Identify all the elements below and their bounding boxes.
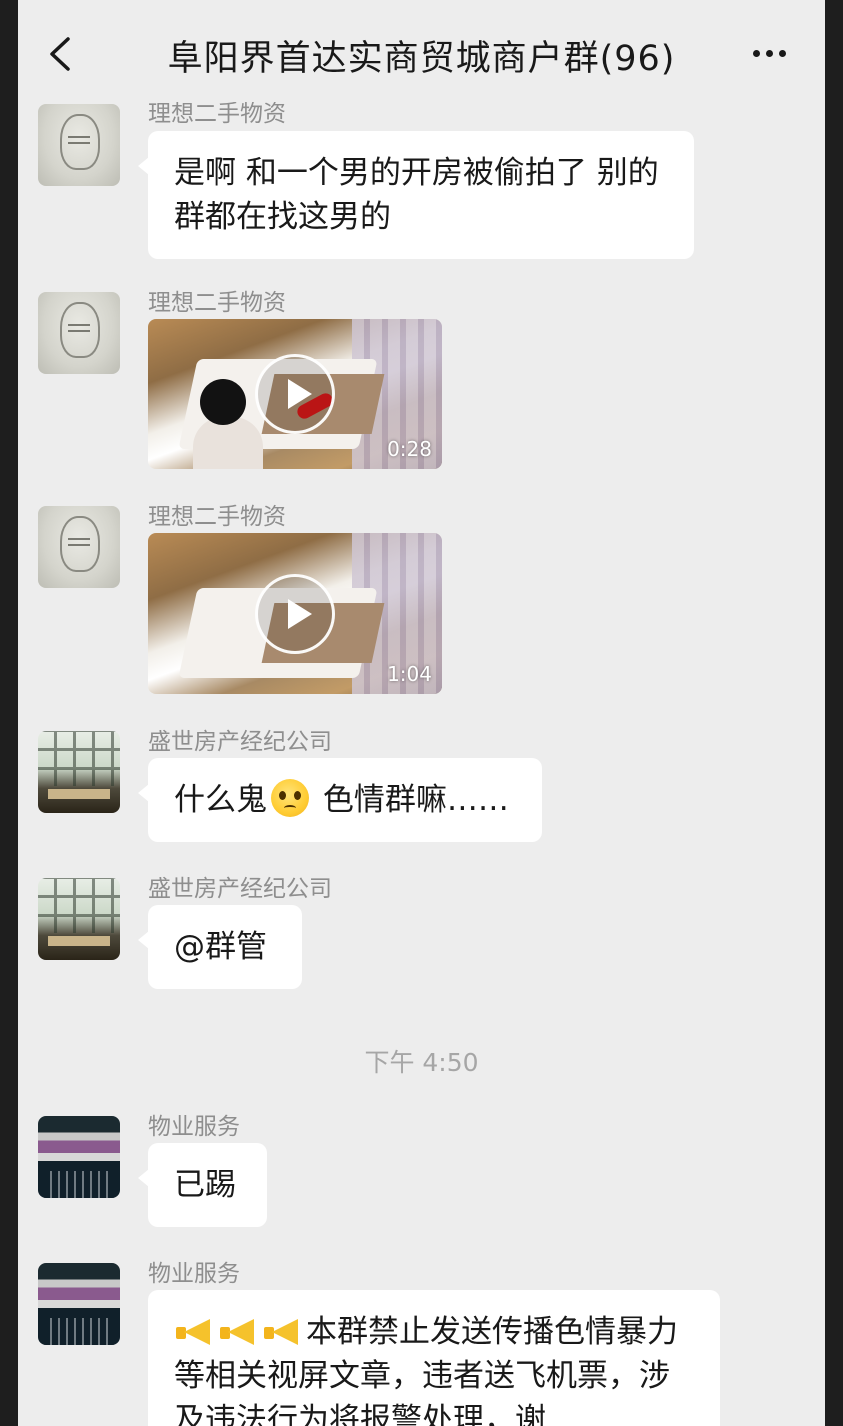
video-duration: 0:28 bbox=[387, 437, 432, 461]
message-bubble[interactable]: 已踢 bbox=[138, 1143, 267, 1227]
sender-name: 盛世房产经纪公司 bbox=[148, 729, 332, 755]
megaphone-emoji-icon bbox=[218, 1317, 258, 1347]
video-message[interactable]: 0:28 bbox=[148, 319, 442, 469]
video-thumbnail-head bbox=[200, 379, 246, 425]
dot bbox=[779, 50, 786, 57]
avatar[interactable] bbox=[38, 878, 120, 960]
chat-title: 阜阳界首达实商贸城商户群(96) bbox=[167, 39, 676, 79]
avatar[interactable] bbox=[38, 104, 120, 186]
message-text: 色情群嘛…… bbox=[313, 782, 509, 818]
dot bbox=[766, 50, 773, 57]
message-text: 什么鬼 bbox=[174, 782, 267, 818]
avatar[interactable] bbox=[38, 1116, 120, 1198]
video-message[interactable]: 1:04 bbox=[148, 533, 442, 694]
chat-screen: 阜阳界首达实商贸城商户群(96) 理想二手物资 是啊 和一个男的开房被偷拍了 别… bbox=[18, 0, 825, 1426]
megaphone-emoji-icon bbox=[174, 1317, 214, 1347]
play-icon[interactable] bbox=[255, 354, 335, 434]
video-thumbnail-person bbox=[193, 417, 263, 469]
message-bubble[interactable]: 什么鬼 色情群嘛…… bbox=[138, 758, 542, 842]
more-dots-icon[interactable] bbox=[753, 42, 793, 62]
sender-name: 理想二手物资 bbox=[148, 504, 286, 530]
dot bbox=[753, 50, 760, 57]
message-bubble[interactable]: 是啊 和一个男的开房被偷拍了 别的群都在找这男的 bbox=[138, 131, 694, 259]
timestamp: 下午 4:50 bbox=[364, 1048, 479, 1077]
chevron-left-icon[interactable] bbox=[46, 36, 76, 72]
pleading-face-emoji-icon bbox=[271, 779, 309, 817]
avatar[interactable] bbox=[38, 292, 120, 374]
play-icon[interactable] bbox=[255, 573, 335, 654]
sender-name: 物业服务 bbox=[148, 1261, 240, 1287]
sender-name: 盛世房产经纪公司 bbox=[148, 876, 332, 902]
message-bubble[interactable]: @群管 bbox=[138, 905, 302, 989]
avatar[interactable] bbox=[38, 1263, 120, 1345]
megaphone-emoji-icon bbox=[262, 1317, 302, 1347]
avatar[interactable] bbox=[38, 731, 120, 813]
video-duration: 1:04 bbox=[387, 662, 432, 686]
sender-name: 物业服务 bbox=[148, 1114, 240, 1140]
message-bubble[interactable]: 本群禁止发送传播色情暴力等相关视屏文章，违者送飞机票，涉及违法行为将报警处理，谢 bbox=[148, 1290, 720, 1426]
chat-header: 阜阳界首达实商贸城商户群(96) bbox=[18, 0, 825, 102]
avatar[interactable] bbox=[38, 506, 120, 588]
sender-name: 理想二手物资 bbox=[148, 290, 286, 316]
